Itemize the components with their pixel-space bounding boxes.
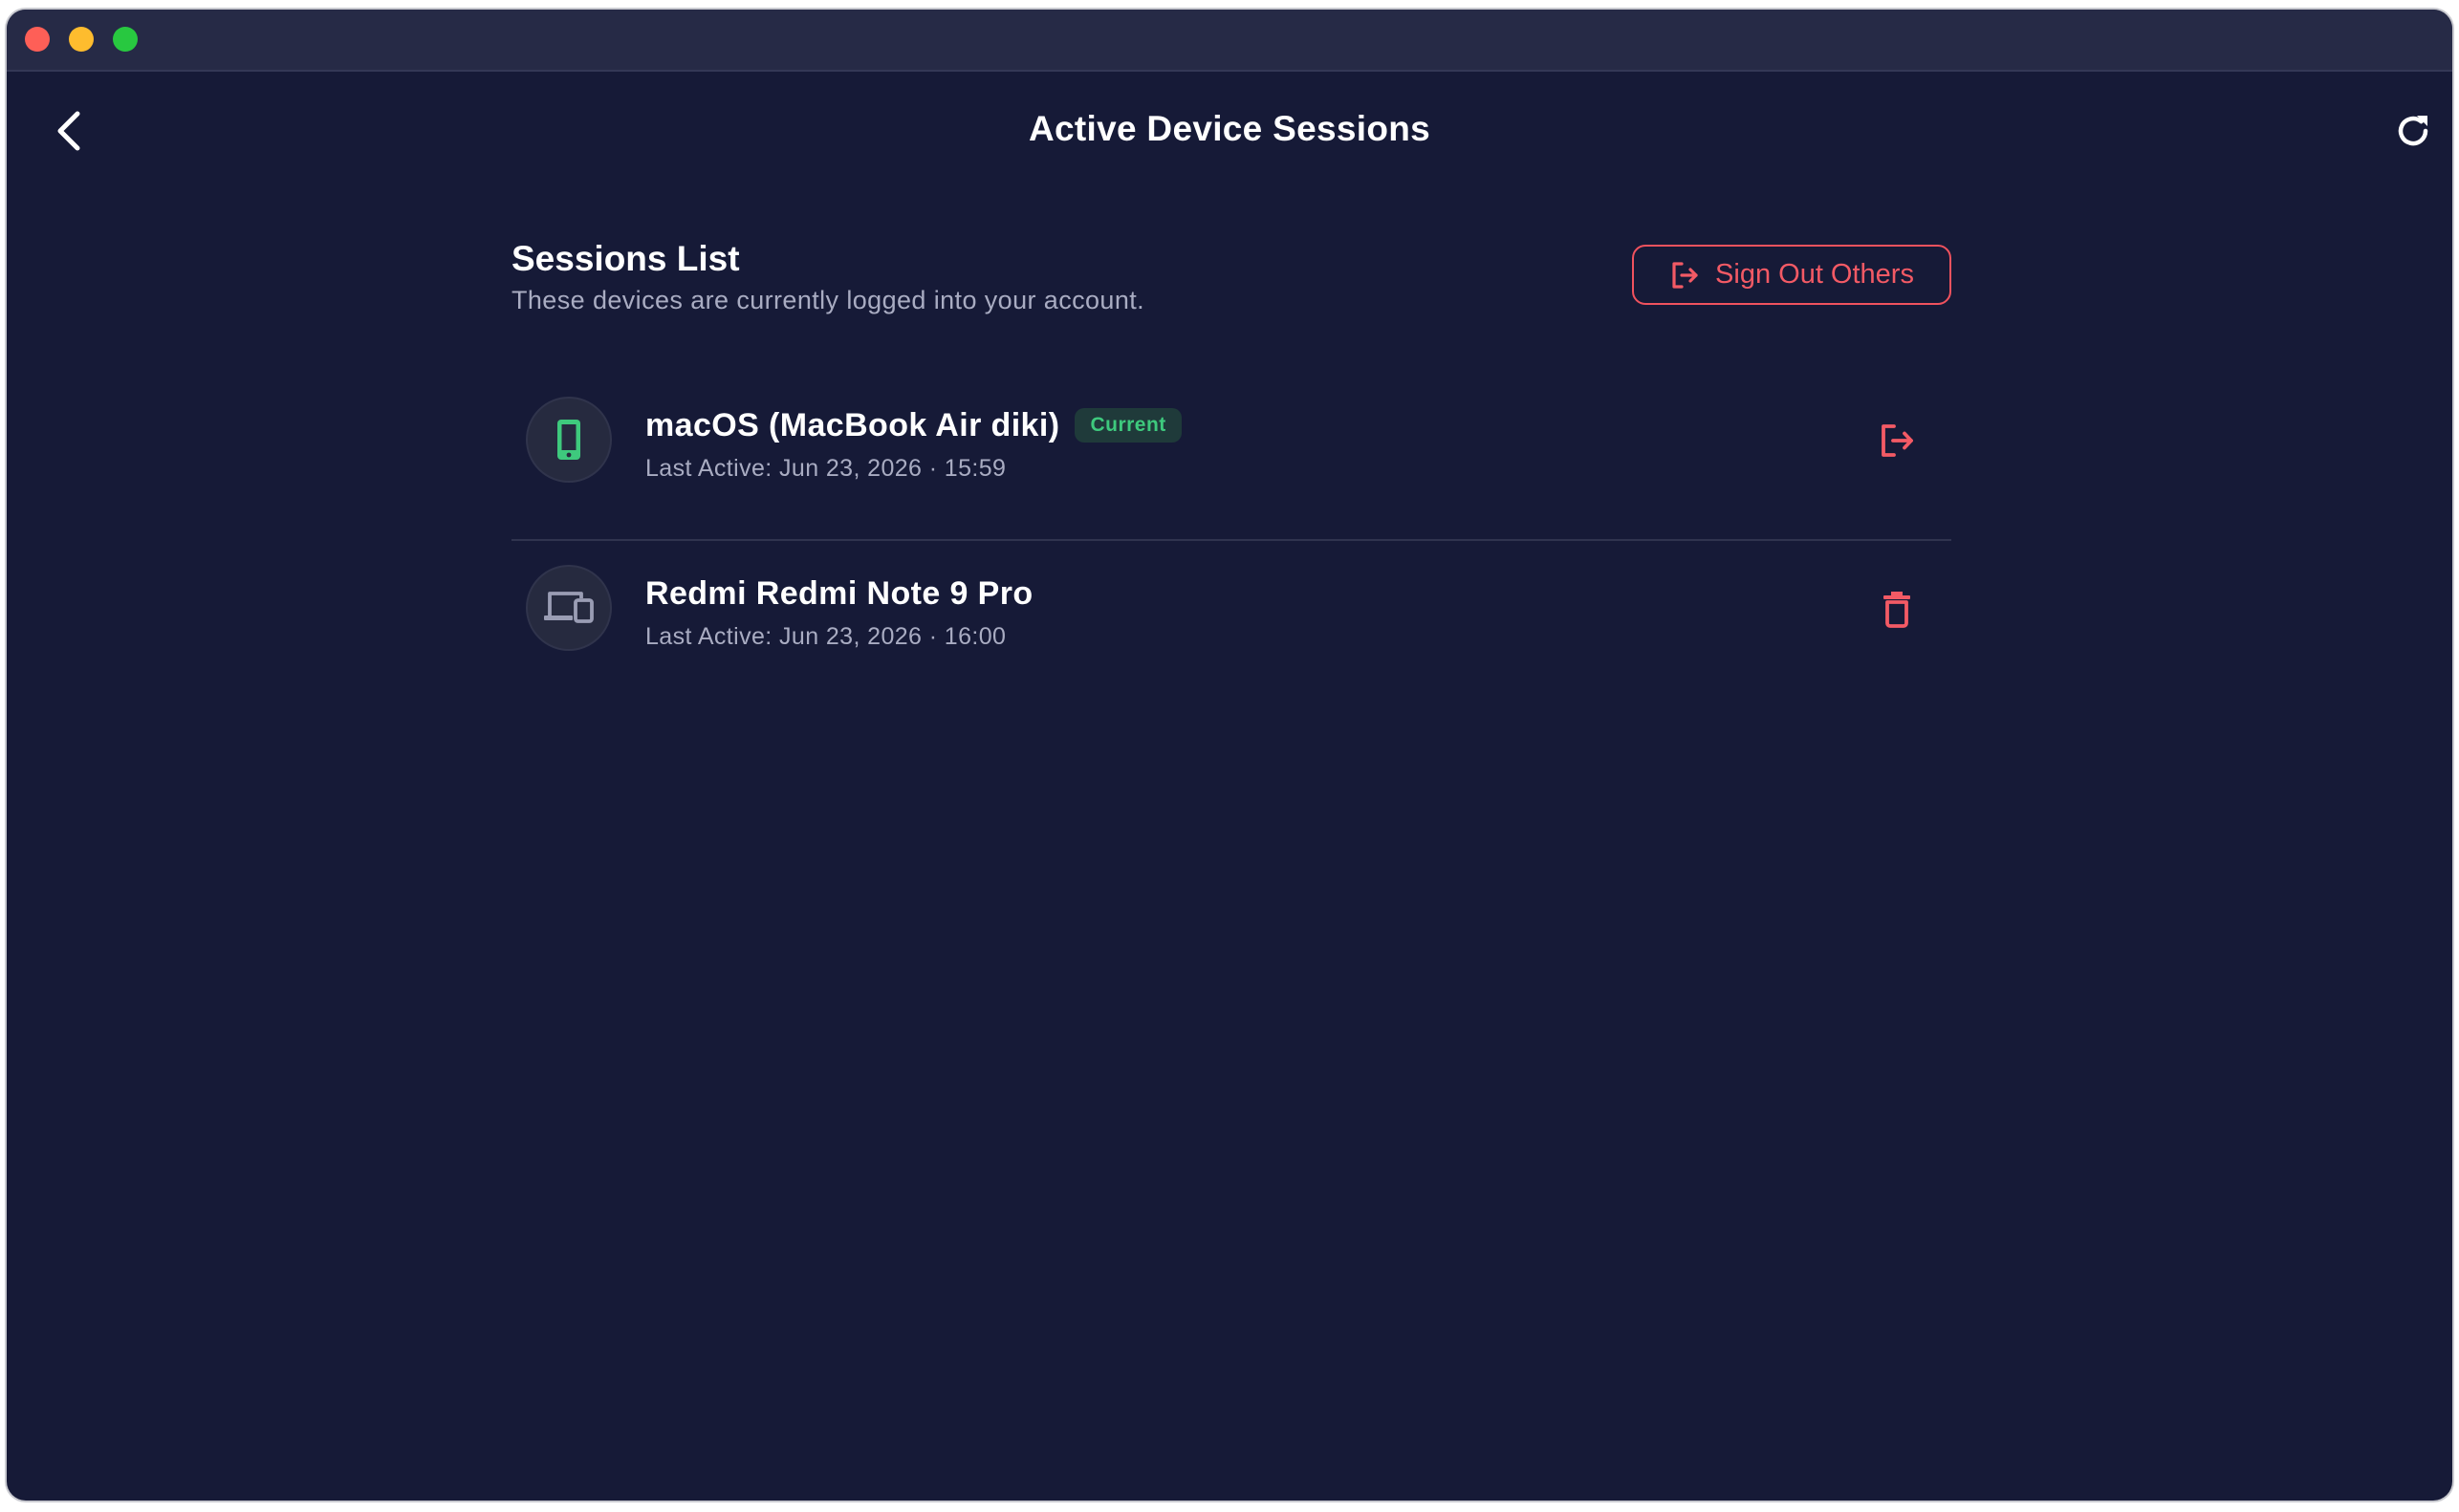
sign-out-others-label: Sign Out Others (1715, 259, 1914, 290)
minimize-window-button[interactable] (69, 27, 94, 52)
page-title: Active Device Sessions (1029, 109, 1430, 148)
window-titlebar (7, 10, 2452, 72)
remove-session-button[interactable] (1871, 583, 1923, 635)
close-window-button[interactable] (25, 27, 50, 52)
section-subtitle: These devices are currently logged into … (511, 286, 1145, 314)
device-name: Redmi Redmi Note 9 Pro (645, 575, 1034, 612)
session-item-current: macOS (MacBook Air diki) Current Last Act… (511, 373, 1951, 541)
device-name: macOS (MacBook Air diki) Current (645, 407, 1182, 444)
logout-session-button[interactable] (1871, 415, 1923, 466)
last-active: Last Active: Jun 23, 2026 · 16:00 (645, 623, 1007, 650)
devices-icon (544, 592, 594, 623)
zoom-window-button[interactable] (113, 27, 138, 52)
trash-icon (1883, 592, 1910, 628)
device-avatar (526, 397, 612, 483)
logout-icon (1882, 424, 1913, 457)
section-title: Sessions List (511, 239, 740, 278)
app-window: Active Device Sessions Sessions List The… (7, 10, 2452, 1501)
device-avatar (526, 565, 612, 651)
session-item: Redmi Redmi Note 9 Pro Last Active: Jun … (511, 541, 1951, 707)
refresh-icon (2398, 116, 2428, 146)
last-active: Last Active: Jun 23, 2026 · 15:59 (645, 455, 1007, 482)
sign-out-others-button[interactable]: Sign Out Others (1632, 245, 1951, 305)
smartphone-icon (557, 420, 580, 460)
current-badge: Current (1075, 408, 1182, 443)
session-list: macOS (MacBook Air diki) Current Last Act… (511, 373, 1951, 707)
refresh-button[interactable] (2387, 105, 2439, 157)
logout-icon (1672, 261, 1698, 289)
